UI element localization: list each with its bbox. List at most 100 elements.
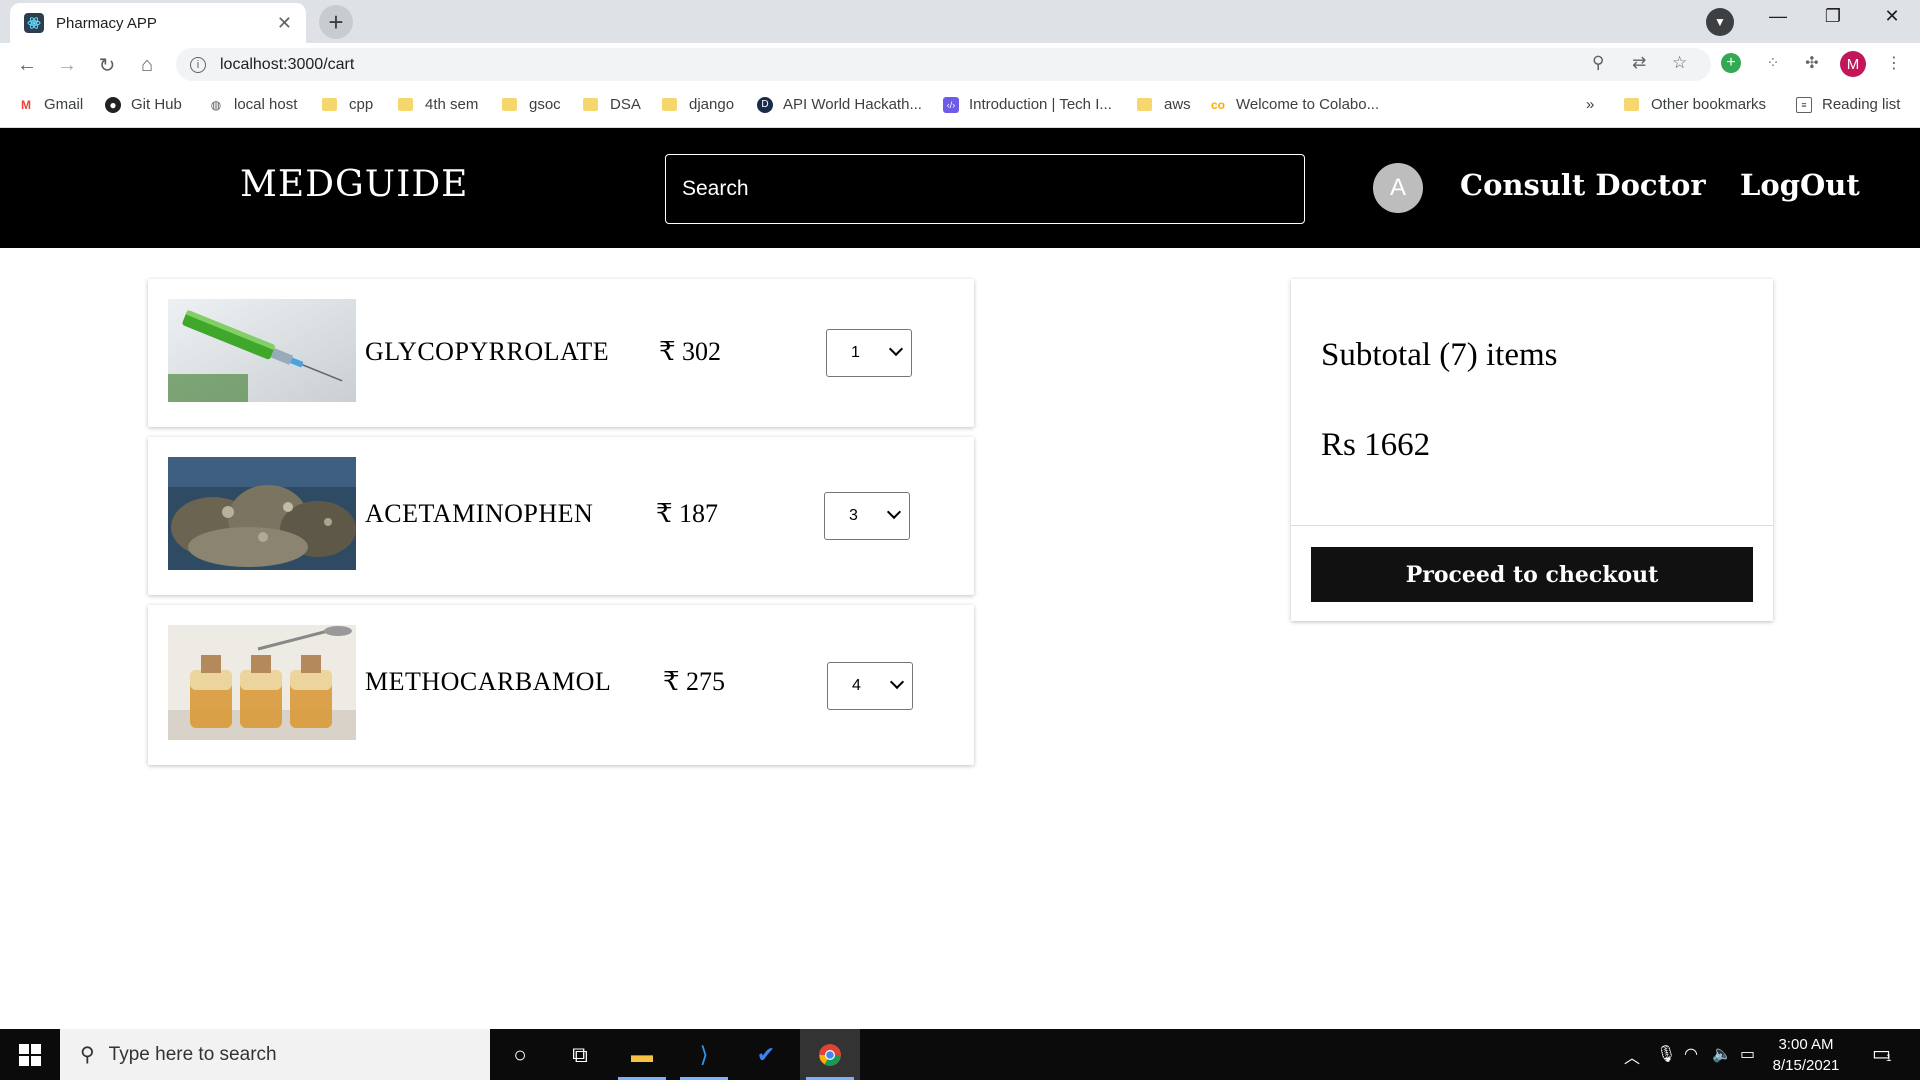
task-view-icon[interactable]: ⧉ bbox=[550, 1029, 610, 1080]
reading-list-icon: ≡ bbox=[1796, 96, 1812, 113]
quantity-select[interactable]: 3 bbox=[824, 492, 910, 540]
folder-icon bbox=[583, 98, 598, 111]
app-logo[interactable]: MEDGUIDE bbox=[240, 164, 468, 205]
file-explorer-icon[interactable]: ▬ bbox=[612, 1029, 672, 1080]
folder-icon bbox=[502, 98, 517, 111]
github-icon: ● bbox=[105, 96, 121, 113]
site-info-icon[interactable]: i bbox=[190, 56, 206, 73]
logout-link[interactable]: LogOut bbox=[1740, 168, 1860, 202]
bookmark-label: gsoc bbox=[529, 96, 561, 113]
proceed-to-checkout-button[interactable]: Proceed to checkout bbox=[1311, 547, 1753, 602]
taskbar-search[interactable]: ⚲ Type here to search bbox=[60, 1029, 490, 1080]
extensions-puzzle-icon[interactable]: ✣ bbox=[1801, 52, 1823, 74]
translate-icon[interactable]: ⇄ bbox=[1632, 53, 1646, 73]
more-bookmarks-button[interactable]: » bbox=[1586, 96, 1594, 113]
battery-icon[interactable]: ▭ bbox=[1740, 1044, 1755, 1064]
bookmark-label: cpp bbox=[349, 96, 374, 113]
back-icon[interactable]: ← bbox=[13, 51, 41, 79]
clock-date: 8/15/2021 bbox=[1772, 1057, 1840, 1074]
window-close-icon[interactable]: ✕ bbox=[1872, 6, 1912, 27]
search-icon: ⚲ bbox=[80, 1044, 95, 1066]
url-text: localhost:3000/cart bbox=[220, 55, 355, 73]
home-icon[interactable]: ⌂ bbox=[133, 51, 161, 79]
extension-plus-icon[interactable]: + bbox=[1721, 53, 1741, 73]
gmail-icon: M bbox=[21, 97, 31, 112]
item-price: ₹ 302 bbox=[659, 337, 722, 366]
search-input[interactable] bbox=[665, 154, 1305, 224]
bookmark-label: Reading list bbox=[1822, 96, 1901, 113]
bookmark-folder[interactable]: aws bbox=[1137, 96, 1191, 113]
other-bookmarks[interactable]: Other bookmarks bbox=[1624, 96, 1766, 113]
tab-search-icon[interactable]: ▼ bbox=[1706, 8, 1734, 36]
item-name: ACETAMINOPHEN bbox=[365, 499, 594, 528]
volume-icon[interactable]: 🔈 bbox=[1712, 1044, 1732, 1064]
bookmark-folder[interactable]: DSA bbox=[583, 96, 641, 113]
bookmark-star-icon[interactable]: ☆ bbox=[1672, 53, 1687, 73]
system-clock[interactable]: 3:00 AM 8/15/2021 bbox=[1766, 1034, 1846, 1076]
quantity-select[interactable]: 4 bbox=[827, 662, 913, 710]
windows-start-icon[interactable] bbox=[0, 1029, 60, 1080]
bookmark-introduction[interactable]: ‹/› Introduction | Tech I... bbox=[943, 96, 1112, 113]
user-avatar[interactable]: A bbox=[1373, 163, 1423, 213]
tab-title: Pharmacy APP bbox=[56, 14, 157, 32]
folder-icon bbox=[1137, 98, 1152, 111]
vscode-icon[interactable]: ⟩ bbox=[674, 1029, 734, 1080]
minimize-icon[interactable]: — bbox=[1758, 6, 1798, 27]
cortana-icon[interactable]: ○ bbox=[490, 1029, 550, 1080]
syringe-image bbox=[168, 299, 356, 402]
bookmark-label: Git Hub bbox=[131, 96, 182, 113]
forward-icon[interactable]: → bbox=[53, 51, 81, 79]
item-price: ₹ 187 bbox=[656, 499, 719, 528]
react-icon bbox=[24, 13, 44, 33]
bookmark-localhost[interactable]: ◍ local host bbox=[208, 96, 298, 113]
new-tab-button[interactable]: + bbox=[319, 5, 353, 39]
globe-icon: ◍ bbox=[210, 97, 222, 112]
restore-icon[interactable]: ❐ bbox=[1813, 6, 1853, 27]
tray-expand-icon[interactable]: ︿ bbox=[1624, 1044, 1640, 1068]
bookmark-folder[interactable]: gsoc bbox=[502, 96, 561, 113]
bookmark-label: aws bbox=[1164, 96, 1191, 113]
colab-icon: co bbox=[1210, 97, 1225, 112]
subtotal-amount: Rs 1662 bbox=[1321, 427, 1431, 463]
divider bbox=[1291, 525, 1773, 526]
bookmark-github[interactable]: ● Git Hub bbox=[105, 96, 182, 113]
network-icon[interactable]: ◠ bbox=[1684, 1044, 1698, 1064]
folder-icon bbox=[398, 98, 413, 111]
address-bar[interactable]: i localhost:3000/cart bbox=[176, 48, 1711, 81]
bookmark-api-world[interactable]: D API World Hackath... bbox=[757, 96, 922, 113]
todo-icon[interactable]: ✔ bbox=[736, 1029, 796, 1080]
menu-kebab-icon[interactable]: ⋮ bbox=[1883, 52, 1905, 74]
taskbar-search-placeholder: Type here to search bbox=[108, 1043, 277, 1065]
oil-bottles-image bbox=[168, 625, 356, 740]
windows-taskbar: ⚲ Type here to search ○ ⧉ ▬ ⟩ ✔ ︿ 🎙 ◠ 🔈 … bbox=[0, 1029, 1920, 1080]
bookmark-label: Introduction | Tech I... bbox=[969, 96, 1112, 113]
browser-tab[interactable]: Pharmacy APP ✕ bbox=[10, 3, 306, 43]
bookmark-colab[interactable]: co Welcome to Colabo... bbox=[1210, 96, 1379, 113]
bookmark-folder[interactable]: cpp bbox=[322, 96, 373, 113]
profile-avatar[interactable]: M bbox=[1840, 51, 1866, 77]
reload-icon[interactable]: ↻ bbox=[93, 51, 121, 79]
notification-center-icon[interactable]: ▭ 1 bbox=[1872, 1041, 1892, 1066]
tab-close-icon[interactable]: ✕ bbox=[277, 13, 292, 34]
microphone-icon[interactable]: 🎙 bbox=[1656, 1044, 1676, 1064]
more-bookmarks-icon: » bbox=[1586, 96, 1595, 113]
code-icon: ‹/› bbox=[943, 96, 959, 113]
chrome-icon[interactable] bbox=[800, 1029, 860, 1080]
bookmark-label: Welcome to Colabo... bbox=[1236, 96, 1380, 113]
item-price: ₹ 275 bbox=[663, 667, 726, 696]
bookmark-gmail[interactable]: M Gmail bbox=[18, 96, 83, 113]
bookmark-folder[interactable]: 4th sem bbox=[398, 96, 478, 113]
browser-toolbar: ← → ↻ ⌂ i localhost:3000/cart ⚲ ⇄ ☆ + ⁘ … bbox=[0, 43, 1920, 86]
chevron-down-icon bbox=[886, 504, 902, 520]
notification-count: 1 bbox=[1886, 1053, 1892, 1064]
bookmark-folder[interactable]: django bbox=[662, 96, 734, 113]
extension-loading-icon[interactable]: ⁘ bbox=[1762, 52, 1784, 74]
herb-image bbox=[168, 457, 356, 570]
bookmark-label: Other bookmarks bbox=[1651, 96, 1767, 113]
location-icon[interactable]: ⚲ bbox=[1592, 53, 1604, 73]
reading-list[interactable]: ≡ Reading list bbox=[1796, 96, 1900, 113]
consult-doctor-link[interactable]: Consult Doctor bbox=[1460, 168, 1706, 202]
subtotal-label: Subtotal (7) items bbox=[1321, 337, 1558, 373]
quantity-select[interactable]: 1 bbox=[826, 329, 912, 377]
browser-tab-strip: Pharmacy APP ✕ + ▼ — ❐ ✕ bbox=[0, 0, 1920, 43]
